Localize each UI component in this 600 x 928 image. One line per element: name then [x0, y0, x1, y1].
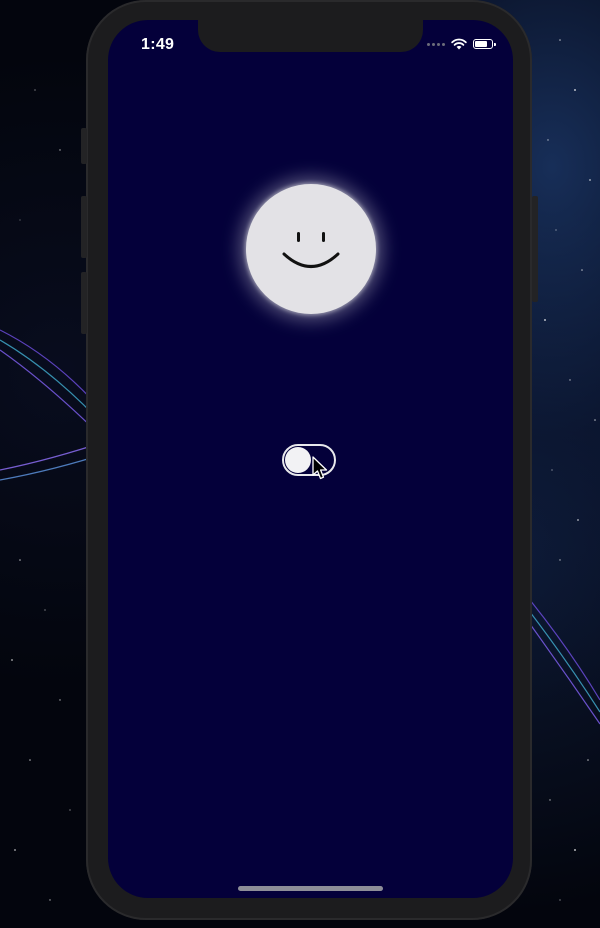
phone-screen: 1:49 [108, 20, 513, 898]
phone-power-button [532, 196, 538, 302]
home-indicator[interactable] [238, 886, 383, 891]
phone-volume-up [81, 196, 87, 258]
battery-icon [473, 39, 496, 49]
wifi-icon [451, 38, 467, 50]
notch [198, 20, 423, 52]
toggle-knob[interactable] [285, 447, 311, 473]
phone-volume-down [81, 272, 87, 334]
status-time: 1:49 [141, 36, 175, 53]
smiley-face-icon [282, 232, 340, 268]
phone-silent-switch [81, 128, 87, 164]
status-icons [427, 38, 496, 50]
battery-level [475, 41, 487, 47]
cellular-signal-icon [427, 42, 445, 46]
pointer-cursor-icon [312, 456, 328, 480]
smiley-moon [246, 184, 376, 314]
